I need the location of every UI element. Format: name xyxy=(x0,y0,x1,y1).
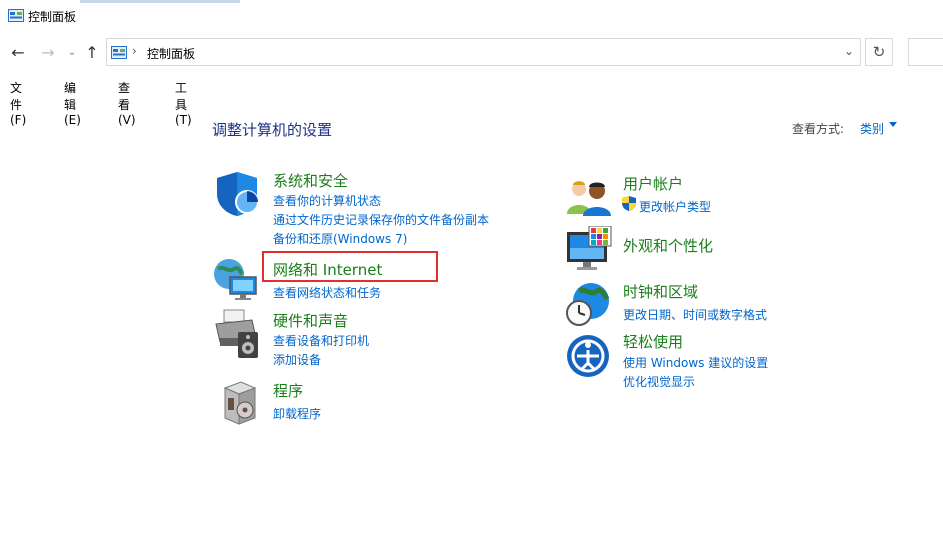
chevron-down-icon[interactable]: ⌄ xyxy=(844,44,854,58)
hardware-link-add-device[interactable]: 添加设备 xyxy=(273,351,321,368)
system-link-status[interactable]: 查看你的计算机状态 xyxy=(273,192,381,209)
ease-link-recommended[interactable]: 使用 Windows 建议的设置 xyxy=(623,354,768,371)
recent-locations-button[interactable]: ⌄ xyxy=(62,42,82,62)
ease-of-access-icon[interactable] xyxy=(565,333,611,379)
title-bar: 控制面板 xyxy=(0,0,943,32)
printer-speaker-icon[interactable] xyxy=(212,308,262,360)
menu-edit[interactable]: 编辑(E) xyxy=(64,79,81,127)
navigation-bar: ← → ⌄ ↑ › 控制面板 ⌄ ↻ xyxy=(0,36,943,68)
system-security-title[interactable]: 系统和安全 xyxy=(273,170,348,191)
appearance-monitor-icon[interactable] xyxy=(565,226,613,272)
up-button[interactable]: ↑ xyxy=(82,42,102,62)
shield-icon[interactable] xyxy=(213,170,261,218)
search-input[interactable] xyxy=(908,38,943,66)
control-panel-icon xyxy=(111,46,127,59)
chevron-right-icon: › xyxy=(132,44,137,58)
address-bar[interactable]: › 控制面板 ⌄ xyxy=(106,38,861,66)
page-title: 调整计算机的设置 xyxy=(212,121,333,139)
back-button[interactable]: ← xyxy=(8,42,28,62)
users-icon[interactable] xyxy=(565,178,613,216)
system-link-file-history[interactable]: 通过文件历史记录保存你的文件备份副本 xyxy=(273,211,489,228)
users-link-change-type[interactable]: 更改帐户类型 xyxy=(639,198,711,215)
hardware-link-devices[interactable]: 查看设备和打印机 xyxy=(273,332,369,349)
uac-shield-icon xyxy=(622,196,636,211)
system-link-backup[interactable]: 备份和还原(Windows 7) xyxy=(273,230,407,247)
ease-link-visual[interactable]: 优化视觉显示 xyxy=(623,373,695,390)
title-accent xyxy=(80,0,240,3)
ease-of-access-title[interactable]: 轻松使用 xyxy=(623,331,683,352)
menu-tools[interactable]: 工具(T) xyxy=(175,79,192,127)
network-globe-icon[interactable] xyxy=(212,257,260,303)
clock-region-title[interactable]: 时钟和区域 xyxy=(623,281,698,302)
view-by-label: 查看方式: xyxy=(792,122,845,136)
hardware-sound-title[interactable]: 硬件和声音 xyxy=(273,310,348,331)
clock-globe-icon[interactable] xyxy=(565,281,611,327)
programs-link-uninstall[interactable]: 卸载程序 xyxy=(273,405,321,422)
network-link-status[interactable]: 查看网络状态和任务 xyxy=(273,284,381,301)
menu-view[interactable]: 查看(V) xyxy=(118,79,136,127)
window-title: 控制面板 xyxy=(28,10,77,24)
chevron-down-icon[interactable] xyxy=(889,122,897,127)
control-panel-icon xyxy=(8,9,24,22)
clock-link-change-format[interactable]: 更改日期、时间或数字格式 xyxy=(623,306,767,323)
refresh-button[interactable]: ↻ xyxy=(865,38,893,66)
menu-file[interactable]: 文件(F) xyxy=(10,79,26,127)
programs-title[interactable]: 程序 xyxy=(273,380,303,401)
address-path[interactable]: 控制面板 xyxy=(147,45,195,62)
user-accounts-title[interactable]: 用户帐户 xyxy=(623,173,683,194)
network-internet-title[interactable]: 网络和 Internet xyxy=(273,259,382,280)
appearance-title[interactable]: 外观和个性化 xyxy=(623,235,713,256)
forward-button[interactable]: → xyxy=(38,42,58,62)
view-by-dropdown[interactable]: 类别 xyxy=(860,120,884,137)
programs-icon[interactable] xyxy=(219,380,259,426)
